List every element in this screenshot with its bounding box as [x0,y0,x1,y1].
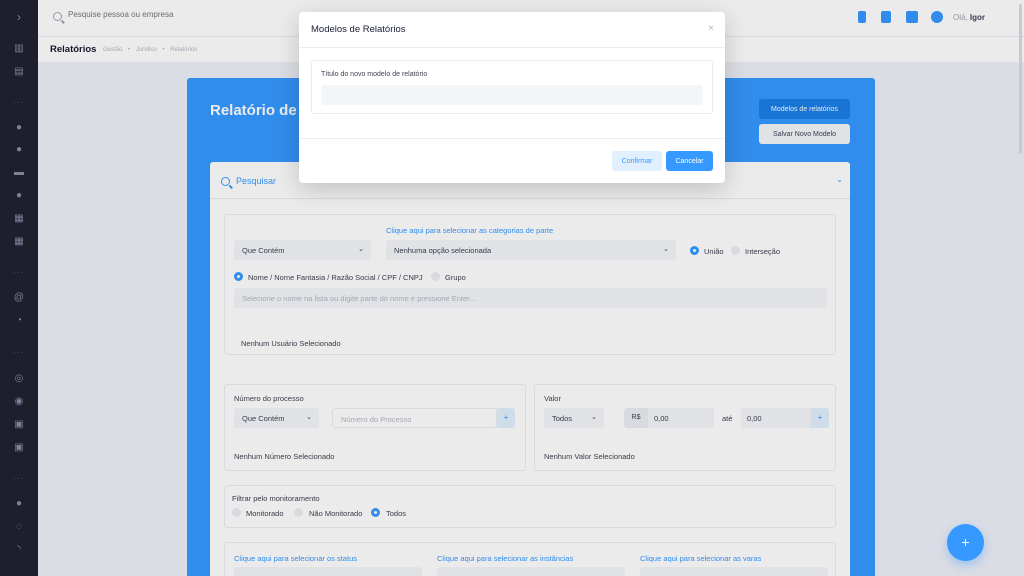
divider [299,138,725,139]
at-icon[interactable]: @ [12,291,26,303]
section-dots: ··· [13,98,25,107]
sidebar: › ▥ ▤ ··· ● ● ▬ ● ▦ ▦ ··· @ ◔ ··· ◎ ◉ ▣ … [0,0,38,576]
confirm-button[interactable]: Confirmar [612,151,662,171]
close-icon[interactable]: × [708,23,714,34]
modal-title: Modelos de Relatórios [311,24,406,35]
database-settings-icon[interactable]: ▣ [12,441,26,453]
model-title-label: Título do novo modelo de relatório [321,71,428,78]
book-icon[interactable]: ▦ [12,212,26,224]
documents-icon[interactable]: ▤ [12,65,26,77]
section-dots: ··· [13,474,25,483]
chart-icon[interactable]: ▥ [12,42,26,54]
eye-icon[interactable]: ◉ [12,395,26,407]
target-icon[interactable]: ◎ [12,372,26,384]
rss-icon[interactable]: ◝ [12,543,26,555]
cancel-button[interactable]: Cancelar [666,151,713,171]
section-dots: ··· [13,348,25,357]
modal-form: Título do novo modelo de relatório [311,60,713,114]
briefcase-icon[interactable]: ▬ [12,166,26,178]
user-icon[interactable]: ● [12,121,26,133]
bell-icon[interactable]: ◔ [12,314,26,326]
building-icon[interactable]: ▦ [12,235,26,247]
section-dots: ··· [13,268,25,277]
database-icon[interactable]: ▣ [12,418,26,430]
add-user-icon[interactable]: ● [12,143,26,155]
floating-add-button[interactable]: + [947,524,984,561]
chat-icon[interactable]: ● [12,497,26,509]
support-icon[interactable]: ◌ [12,520,26,532]
users-icon[interactable]: ● [12,189,26,201]
sidebar-toggle-icon[interactable]: › [12,10,26,24]
model-title-input[interactable] [321,85,703,105]
divider [299,47,725,48]
report-models-modal: Modelos de Relatórios × Título do novo m… [299,12,725,183]
page-scrollbar[interactable] [1019,4,1022,154]
